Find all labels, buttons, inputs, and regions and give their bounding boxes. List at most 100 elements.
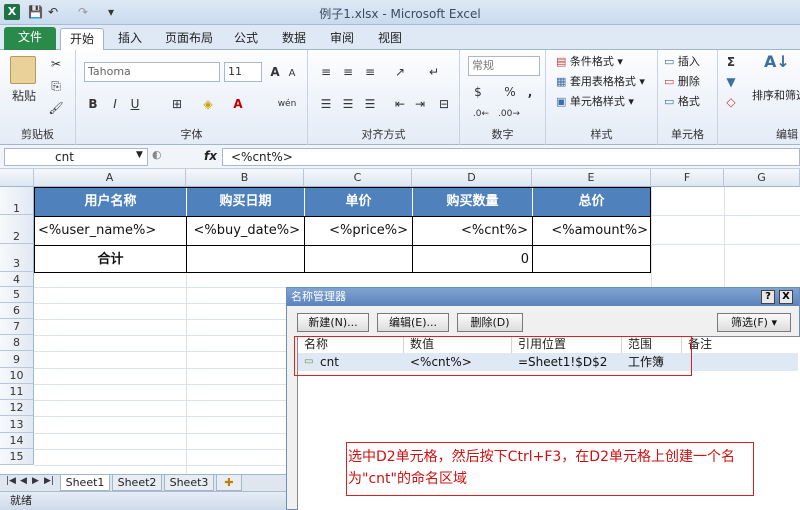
font-size-select[interactable]: 11 <box>224 62 262 82</box>
row-header[interactable]: 11 <box>0 384 34 400</box>
header-cell[interactable]: 购买日期 <box>187 188 305 216</box>
header-cell[interactable]: 用户名称 <box>35 188 187 216</box>
row-header[interactable]: 5 <box>0 287 34 303</box>
column-header-e[interactable]: E <box>532 169 651 187</box>
sheet-tab-sheet3[interactable]: Sheet3 <box>164 475 214 491</box>
row-header[interactable]: 4 <box>0 272 34 287</box>
cell-d3[interactable]: 0 <box>413 245 533 272</box>
column-header-b[interactable]: B <box>186 169 304 187</box>
formula-expand-icon[interactable]: ◐ <box>152 148 162 161</box>
format-painter-icon[interactable]: 🖌 <box>48 100 64 116</box>
tab-page-layout[interactable]: 页面布局 <box>158 28 220 50</box>
header-cell[interactable]: 购买数量 <box>413 188 533 216</box>
align-center-icon[interactable]: ☰ <box>340 96 356 112</box>
orientation-icon[interactable]: ↗ <box>392 64 408 80</box>
insert-cells-button[interactable]: ▭ 插入 <box>664 54 700 70</box>
cell-e3[interactable] <box>533 245 650 272</box>
sheet-tab-sheet1[interactable]: Sheet1 <box>60 475 110 491</box>
fill-color-icon[interactable]: ◈ <box>200 96 216 112</box>
underline-button[interactable]: U <box>128 96 142 112</box>
align-middle-icon[interactable]: ≡ <box>340 64 356 80</box>
edit-name-button[interactable]: 编辑(E)... <box>377 313 449 332</box>
align-bottom-icon[interactable]: ≡ <box>362 64 378 80</box>
row-header[interactable]: 13 <box>0 416 34 433</box>
row-header[interactable]: 3 <box>0 244 34 272</box>
column-header-c[interactable]: C <box>304 169 412 187</box>
close-button[interactable]: X <box>779 290 793 304</box>
row-header[interactable]: 7 <box>0 319 34 335</box>
tab-view[interactable]: 视图 <box>370 28 410 50</box>
tab-data[interactable]: 数据 <box>274 28 314 50</box>
comma-button[interactable]: , <box>522 84 538 100</box>
italic-button[interactable]: I <box>108 96 122 112</box>
wrap-text-icon[interactable]: ↵ <box>426 64 442 80</box>
conditional-format-button[interactable]: ▤ 条件格式 ▾ <box>556 54 623 70</box>
cell-e2[interactable]: <%amount%> <box>533 216 650 245</box>
header-cell[interactable]: 单价 <box>305 188 413 216</box>
autosum-button[interactable]: Σ <box>724 54 738 70</box>
merge-cells-icon[interactable]: ⊟ <box>436 96 452 112</box>
font-color-icon[interactable]: A <box>230 96 246 112</box>
cell-b2[interactable]: <%buy_date%> <box>187 216 305 245</box>
name-box-dropdown-icon[interactable]: ▼ <box>136 150 143 160</box>
tab-insert[interactable]: 插入 <box>110 28 150 50</box>
sheet-nav-next-icon[interactable]: ▶ <box>32 476 39 486</box>
select-all-corner[interactable] <box>0 169 34 187</box>
cell-a2[interactable]: <%user_name%> <box>35 216 187 245</box>
bold-button[interactable]: B <box>86 96 100 112</box>
row-header[interactable]: 10 <box>0 368 34 384</box>
phonetic-icon[interactable]: wén <box>274 96 300 112</box>
paste-icon[interactable] <box>10 56 36 84</box>
row-header[interactable]: 8 <box>0 335 34 351</box>
cell-c3[interactable] <box>305 245 413 272</box>
sort-filter-button[interactable]: 排序和筛选 <box>752 88 800 104</box>
borders-icon[interactable]: ⊞ <box>168 96 186 112</box>
sheet-nav-last-icon[interactable]: ▶| <box>44 476 54 486</box>
cell-d2[interactable]: <%cnt%> <box>413 216 533 245</box>
new-name-button[interactable]: 新建(N)... <box>297 313 369 332</box>
number-format-select[interactable]: 常规 <box>468 56 540 76</box>
increase-indent-icon[interactable]: ⇥ <box>412 96 428 112</box>
align-right-icon[interactable]: ☰ <box>362 96 378 112</box>
decrease-decimal-icon[interactable]: .00→ <box>498 106 520 122</box>
sheet-nav-prev-icon[interactable]: ◀ <box>20 476 27 486</box>
cell-b3[interactable] <box>187 245 305 272</box>
row-header[interactable]: 14 <box>0 433 34 449</box>
cell-styles-button[interactable]: ▣ 单元格样式 ▾ <box>556 94 634 110</box>
clear-icon[interactable]: ◇ <box>724 94 738 110</box>
column-header-comment[interactable]: 备注 <box>682 337 798 353</box>
row-header[interactable]: 9 <box>0 351 34 368</box>
sheet-tab-sheet2[interactable]: Sheet2 <box>112 475 162 491</box>
sort-filter-icon[interactable]: A↓ <box>764 54 790 70</box>
row-header[interactable]: 12 <box>0 400 34 416</box>
insert-function-button[interactable]: fx <box>204 149 217 163</box>
shrink-font-button[interactable]: A <box>286 66 298 82</box>
column-header-d[interactable]: D <box>412 169 532 187</box>
grow-font-button[interactable]: A <box>268 64 282 80</box>
column-header-f[interactable]: F <box>651 169 724 187</box>
filter-button[interactable]: 筛选(F) ▾ <box>717 313 791 332</box>
paste-button[interactable]: 粘贴 <box>4 88 44 104</box>
font-name-select[interactable]: Tahoma <box>84 62 220 82</box>
cell-c2[interactable]: <%price%> <box>305 216 413 245</box>
align-top-icon[interactable]: ≡ <box>318 64 334 80</box>
row-header[interactable]: 6 <box>0 303 34 319</box>
tab-review[interactable]: 审阅 <box>322 28 362 50</box>
format-cells-button[interactable]: ▭ 格式 <box>664 94 700 110</box>
align-left-icon[interactable]: ☰ <box>318 96 334 112</box>
decrease-indent-icon[interactable]: ⇤ <box>392 96 408 112</box>
cut-icon[interactable]: ✂ <box>48 56 64 72</box>
increase-decimal-icon[interactable]: .0← <box>470 106 492 122</box>
currency-button[interactable]: $ <box>470 84 486 100</box>
header-cell[interactable]: 总价 <box>533 188 650 216</box>
insert-sheet-icon[interactable]: ✚ <box>216 475 242 491</box>
fill-icon[interactable]: ▼ <box>724 74 738 90</box>
row-header[interactable]: 2 <box>0 215 34 244</box>
copy-icon[interactable]: ⎘ <box>48 78 64 94</box>
tab-file[interactable]: 文件 <box>4 27 56 50</box>
total-label-cell[interactable]: 合计 <box>35 245 187 272</box>
row-header[interactable]: 15 <box>0 449 34 465</box>
column-header-g[interactable]: G <box>724 169 800 187</box>
format-as-table-button[interactable]: ▦ 套用表格格式 ▾ <box>556 74 645 90</box>
name-box[interactable]: cnt <box>4 148 148 166</box>
